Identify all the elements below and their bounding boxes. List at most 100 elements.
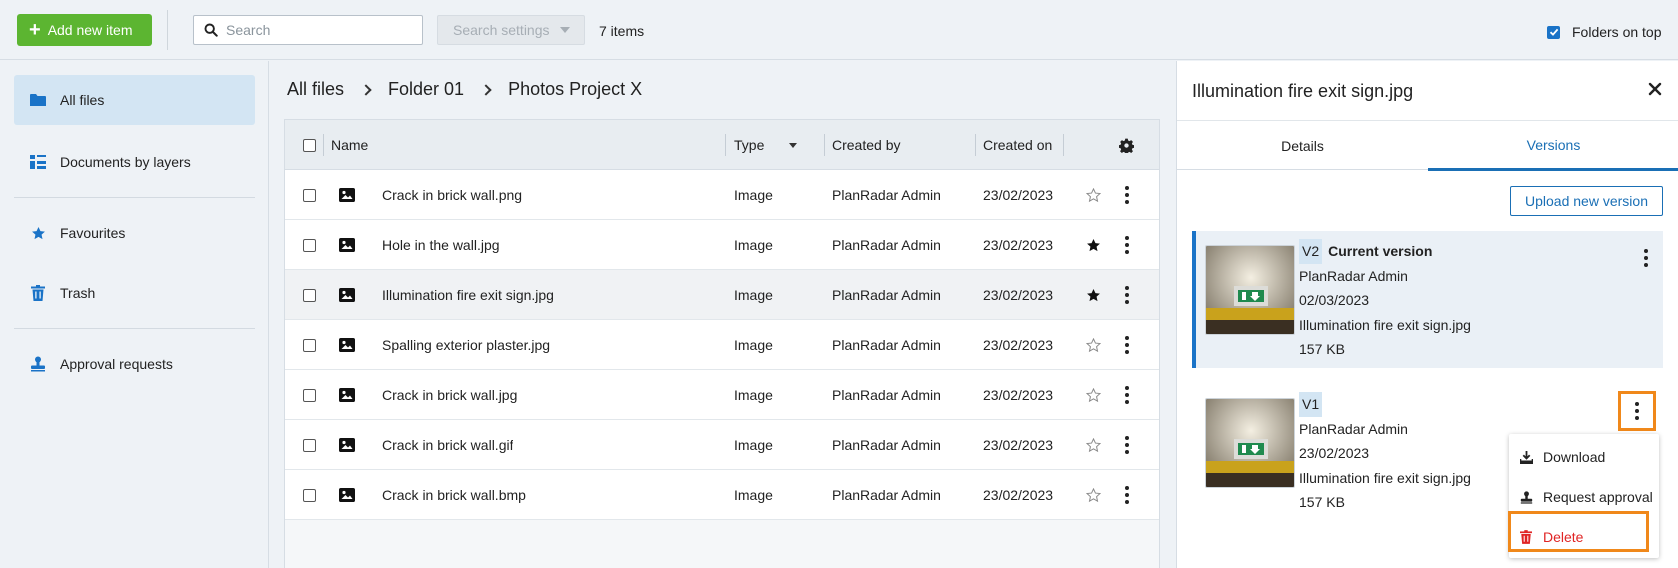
star-icon — [30, 225, 46, 241]
select-all-checkbox[interactable] — [303, 138, 316, 152]
version-options-button[interactable] — [1631, 401, 1643, 421]
file-name[interactable]: Hole in the wall.jpg — [382, 220, 500, 270]
image-file-icon — [339, 438, 355, 452]
table-row[interactable]: Spalling exterior plaster.jpg Image PlanRa… — [285, 320, 1159, 370]
trash-icon — [30, 285, 46, 301]
image-file-icon — [339, 288, 355, 302]
row-checkbox[interactable] — [303, 438, 316, 452]
version-options-button[interactable] — [1640, 248, 1652, 268]
sidebar-item-trash[interactable]: Trash — [14, 268, 255, 318]
breadcrumb-folder-01[interactable]: Folder 01 — [388, 79, 464, 100]
file-name[interactable]: Crack in brick wall.png — [382, 170, 522, 220]
version-date: 02/03/2023 — [1299, 292, 1370, 308]
sidebar-item-all-files[interactable]: All files — [14, 75, 255, 125]
file-created-by: PlanRadar Admin — [832, 337, 941, 353]
menu-item-label: Download — [1543, 449, 1606, 465]
file-created-by: PlanRadar Admin — [832, 387, 941, 403]
file-name[interactable]: Crack in brick wall.bmp — [382, 470, 526, 520]
table-row[interactable]: Hole in the wall.jpg Image PlanRadar Admin… — [285, 220, 1159, 270]
sidebar-item-documents-by-layers[interactable]: Documents by layers — [14, 137, 255, 187]
file-created-by: PlanRadar Admin — [832, 287, 941, 303]
stamp-icon — [1519, 490, 1533, 504]
breadcrumb-photos-project-x: Photos Project X — [508, 79, 643, 99]
row-checkbox[interactable] — [303, 388, 316, 402]
table-row[interactable]: Crack in brick wall.png Image PlanRadar Ad… — [285, 170, 1159, 220]
table-row[interactable]: Crack in brick wall.bmp Image PlanRadar Ad… — [285, 470, 1159, 520]
star-outline-icon[interactable] — [1086, 387, 1101, 403]
file-created-by: PlanRadar Admin — [832, 237, 941, 253]
image-file-icon — [339, 338, 355, 352]
stamp-icon — [30, 356, 46, 372]
version-date: 23/02/2023 — [1299, 445, 1370, 461]
row-checkbox[interactable] — [303, 288, 316, 302]
row-options-button[interactable] — [1121, 385, 1133, 405]
star-filled-icon[interactable] — [1086, 238, 1101, 253]
add-new-item-button[interactable]: + Add new item — [17, 14, 152, 46]
star-outline-icon[interactable] — [1086, 487, 1101, 503]
file-created-on: 23/02/2023 — [983, 237, 1054, 253]
table-settings-button[interactable] — [1119, 120, 1134, 170]
panel-title: Illumination fire exit sign.jpg — [1192, 81, 1414, 101]
row-options-button[interactable] — [1121, 435, 1133, 455]
file-name[interactable]: Crack in brick wall.gif — [382, 420, 513, 470]
search-settings-dropdown[interactable]: Search settings — [437, 15, 585, 45]
version-card-v2: V2 Current version PlanRadar Admin 02/03/… — [1192, 231, 1663, 368]
star-outline-icon[interactable] — [1086, 187, 1101, 203]
table-row[interactable]: Crack in brick wall.gif Image PlanRadar Ad… — [285, 420, 1159, 470]
table-row[interactable]: Illumination fire exit sign.jpg Image Plan… — [285, 270, 1159, 320]
sort-caret-icon[interactable] — [789, 142, 798, 148]
version-thumbnail[interactable] — [1205, 398, 1295, 488]
chevron-right-icon — [360, 83, 372, 96]
breadcrumb-all-files[interactable]: All files — [287, 79, 344, 100]
row-options-button[interactable] — [1121, 485, 1133, 505]
menu-item-download[interactable]: Download — [1509, 438, 1659, 476]
column-header-name[interactable]: Name — [331, 120, 368, 170]
row-options-button[interactable] — [1121, 285, 1133, 305]
files-table: Name Type Created by Created on Crack in… — [284, 119, 1160, 568]
fire-exit-image — [1206, 246, 1294, 334]
version-thumbnail[interactable] — [1205, 245, 1295, 335]
column-header-created-by[interactable]: Created by — [832, 120, 900, 170]
sidebar-item-favourites[interactable]: Favourites — [14, 208, 255, 258]
file-type: Image — [734, 187, 773, 203]
tab-details[interactable]: Details — [1177, 121, 1428, 170]
column-header-created-on[interactable]: Created on — [983, 120, 1063, 170]
image-file-icon — [339, 188, 355, 202]
sidebar-item-approval-requests[interactable]: Approval requests — [14, 339, 255, 389]
search-box[interactable] — [193, 15, 423, 45]
column-divider — [323, 134, 324, 156]
column-header-type[interactable]: Type — [734, 120, 798, 170]
row-checkbox[interactable] — [303, 338, 316, 352]
star-outline-icon[interactable] — [1086, 337, 1101, 353]
file-name[interactable]: Crack in brick wall.jpg — [382, 370, 517, 420]
version-status: Current version — [1328, 243, 1433, 259]
sidebar-divider — [14, 197, 255, 198]
row-checkbox[interactable] — [303, 188, 316, 202]
file-created-by: PlanRadar Admin — [832, 187, 941, 203]
folders-on-top-toggle[interactable]: Folders on top — [1547, 24, 1662, 40]
breadcrumb: All files Folder 01 Photos Project X — [287, 79, 642, 100]
table-row[interactable]: Crack in brick wall.jpg Image PlanRadar Ad… — [285, 370, 1159, 420]
panel-tabs: Details Versions — [1177, 120, 1678, 171]
file-name[interactable]: Spalling exterior plaster.jpg — [382, 320, 550, 370]
tab-versions[interactable]: Versions — [1428, 121, 1678, 171]
row-checkbox[interactable] — [303, 488, 316, 502]
column-divider — [725, 134, 726, 156]
file-type: Image — [734, 237, 773, 253]
top-toolbar: + Add new item Search settings 7 items F… — [0, 0, 1678, 60]
file-created-on: 23/02/2023 — [983, 387, 1054, 403]
row-options-button[interactable] — [1121, 335, 1133, 355]
search-input[interactable] — [226, 22, 416, 38]
star-outline-icon[interactable] — [1086, 437, 1101, 453]
plus-icon: + — [29, 19, 41, 41]
close-icon[interactable] — [1647, 81, 1663, 97]
upload-new-version-button[interactable]: Upload new version — [1510, 186, 1663, 216]
folders-on-top-checkbox[interactable] — [1547, 25, 1560, 39]
file-name[interactable]: Illumination fire exit sign.jpg — [382, 270, 554, 320]
star-filled-icon[interactable] — [1086, 288, 1101, 303]
row-options-button[interactable] — [1121, 235, 1133, 255]
row-checkbox[interactable] — [303, 238, 316, 252]
column-divider — [975, 134, 976, 156]
row-options-button[interactable] — [1121, 185, 1133, 205]
version-filename: Illumination fire exit sign.jpg — [1299, 316, 1471, 333]
